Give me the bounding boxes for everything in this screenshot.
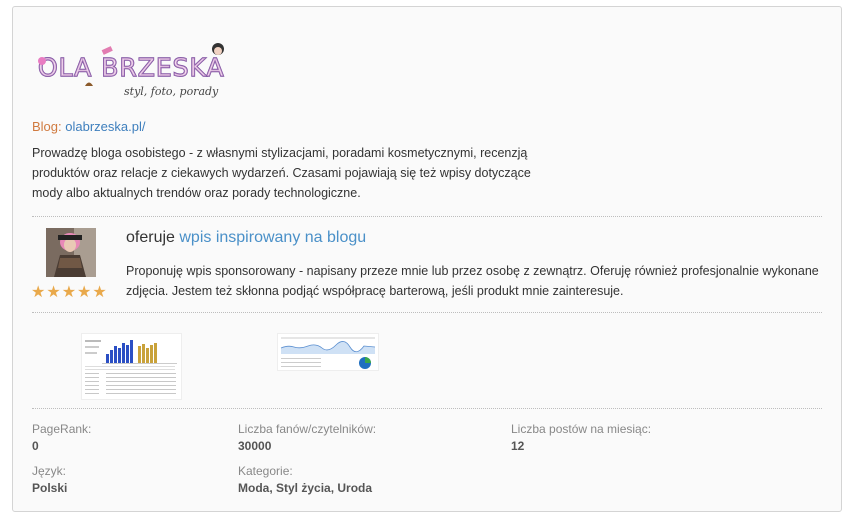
stats-screenshot-1-table [81,371,182,400]
bar-chart-thumbnail [82,334,181,372]
blog-logo[interactable]: OLA BRZESKA BLOG OLA BRZESKA BLOG styl, … [32,40,232,102]
stat-posts: Liczba postów na miesiąc: 12 [511,422,651,453]
pagerank-value: 0 [32,439,39,453]
blog-description: Prowadzę bloga osobistego - z własnymi s… [32,146,531,200]
fans-value: 30000 [238,439,272,453]
offer-description: Proponuję wpis sponsorowany - napisany p… [126,264,819,298]
rating-stars: ★★★★★ [31,284,108,301]
language-label: Język: [32,464,67,478]
blog-url-link[interactable]: olabrzeska.pl/ [65,119,145,134]
svg-text:OLA BRZESKA BLOG: OLA BRZESKA BLOG [38,53,232,82]
offer-title: oferuje wpis inspirowany na blogu [126,229,366,247]
stats-screenshot-1[interactable] [81,333,182,373]
line-chart-thumbnail [278,334,378,370]
table-thumbnail [85,373,176,394]
stat-pagerank: PageRank: 0 [32,422,91,453]
blog-line: Blog: olabrzeska.pl/ [32,119,145,134]
pagerank-label: PageRank: [32,422,92,436]
offer-link[interactable]: wpis inspirowany na blogu [179,229,366,246]
divider [32,216,822,217]
posts-label: Liczba postów na miesiąc: [511,422,652,436]
divider [32,312,822,313]
stat-fans: Liczba fanów/czytelników: 30000 [238,422,376,453]
categories-value: Moda, Styl życia, Uroda [238,481,373,495]
stat-categories: Kategorie: Moda, Styl życia, Uroda [238,464,372,495]
svg-text:styl, foto, porady: styl, foto, porady [124,85,219,98]
divider [32,408,822,409]
language-value: Polski [32,481,68,495]
blog-label: Blog: [32,119,62,134]
stats-screenshot-2[interactable] [277,333,379,371]
author-avatar[interactable] [46,228,96,277]
avatar-photo [46,228,96,277]
offer-verb: oferuje [126,229,175,246]
posts-value: 12 [511,439,525,453]
fans-label: Liczba fanów/czytelników: [238,422,377,436]
categories-label: Kategorie: [238,464,293,478]
stat-language: Język: Polski [32,464,67,495]
